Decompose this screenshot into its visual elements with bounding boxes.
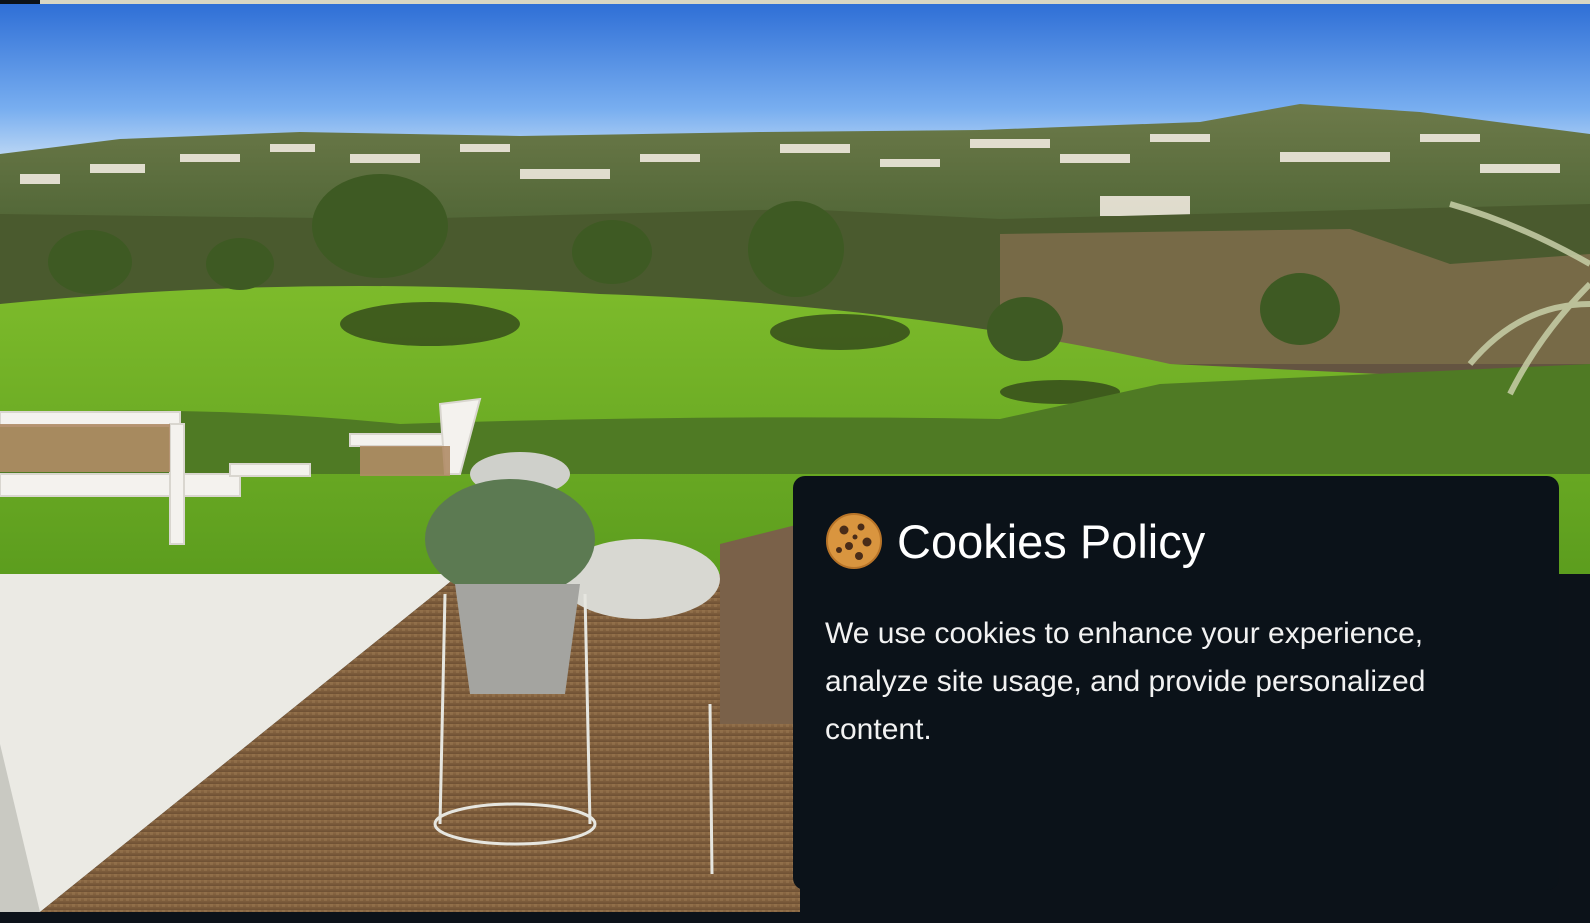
cookie-title-row: Cookies Policy	[825, 512, 1527, 570]
footer-strip	[0, 912, 1590, 923]
cookie-message: We use cookies to enhance your experienc…	[825, 617, 1426, 746]
cookie-icon	[825, 512, 883, 570]
cookie-title: Cookies Policy	[897, 514, 1206, 568]
cookie-consent-panel: Cookies Policy We use cookies to enhance…	[793, 476, 1559, 890]
